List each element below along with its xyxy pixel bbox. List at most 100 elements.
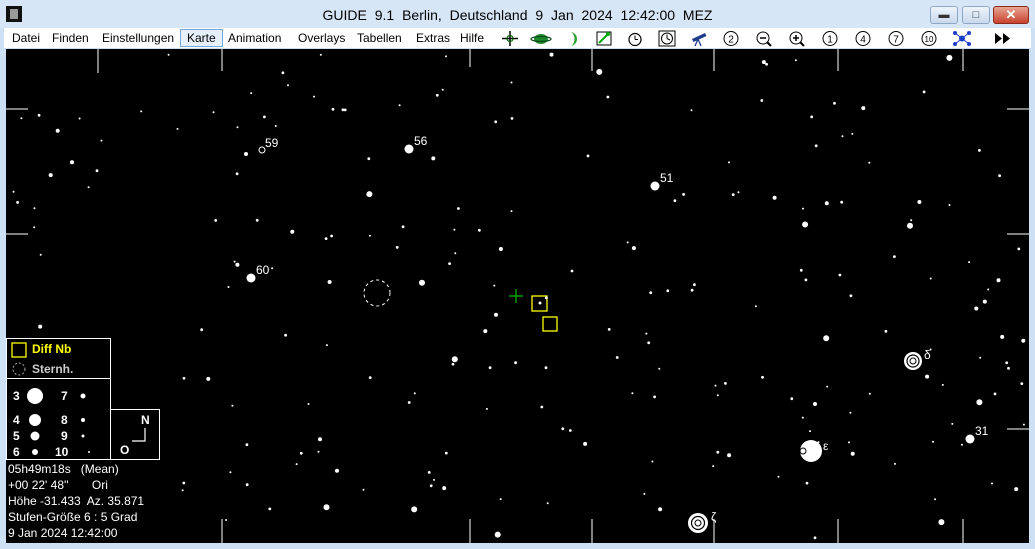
zoom-level-2-icon[interactable]: 2 [720,30,742,47]
star-chart[interactable]: 59 56 51 60 δ 31 ε ζ Diff Nb Sternh. 3 4… [6,49,1029,543]
star[interactable] [95,169,99,173]
star[interactable] [724,382,727,385]
star[interactable] [737,191,740,194]
star[interactable] [212,111,215,114]
star[interactable] [271,267,274,270]
star[interactable] [319,53,322,56]
star[interactable] [833,101,836,105]
star[interactable] [824,201,829,206]
star[interactable] [894,462,896,465]
star[interactable] [78,117,81,120]
telescope-icon[interactable] [688,30,710,47]
star[interactable] [653,395,656,399]
zoom-in-icon[interactable] [786,30,808,47]
star[interactable] [801,416,804,419]
star[interactable] [442,486,447,491]
star[interactable] [444,451,448,455]
star[interactable] [658,507,663,512]
star[interactable] [693,283,696,287]
star[interactable] [55,128,60,133]
star[interactable] [1000,334,1005,339]
star[interactable] [494,120,498,124]
star[interactable] [367,157,371,161]
star[interactable] [868,392,871,395]
star[interactable] [331,107,335,111]
star[interactable] [794,59,797,62]
star[interactable] [182,376,186,380]
star[interactable] [917,200,922,204]
star[interactable] [606,95,610,99]
star[interactable] [583,441,588,446]
star[interactable] [100,139,103,142]
star[interactable] [454,252,457,255]
star[interactable] [307,403,310,405]
clock-icon[interactable] [656,30,678,47]
star[interactable] [244,152,248,156]
star[interactable] [398,104,401,107]
star[interactable] [809,430,811,433]
star[interactable] [429,484,433,488]
star-epsilon[interactable] [800,440,822,462]
star[interactable] [544,296,548,300]
menu-karte[interactable]: Karte [180,29,223,47]
star[interactable] [960,443,963,446]
menu-animation[interactable]: Animation [222,29,287,47]
crosshair-icon[interactable] [499,30,521,47]
star[interactable] [932,440,934,443]
menu-tabellen[interactable]: Tabellen [351,29,408,47]
star[interactable] [848,441,850,444]
star[interactable] [176,127,179,130]
star[interactable] [968,261,971,264]
menu-hilfe[interactable]: Hilfe [454,29,490,47]
star[interactable] [451,356,458,363]
star[interactable] [325,344,328,347]
star[interactable] [448,262,451,265]
star[interactable] [651,460,654,463]
star[interactable] [510,210,513,213]
star[interactable] [478,228,481,232]
star[interactable] [441,88,444,91]
star[interactable] [87,186,90,189]
star[interactable] [250,92,253,95]
alarm-clock-icon[interactable] [624,30,646,47]
star[interactable] [299,451,303,455]
star[interactable] [206,376,211,381]
star[interactable] [813,402,817,406]
star[interactable] [488,366,492,370]
star[interactable] [1014,487,1019,492]
zoom-level-7-icon[interactable]: 7 [885,30,907,47]
star[interactable] [996,278,1001,283]
star[interactable] [407,401,411,404]
star[interactable] [499,498,502,501]
comet-icon[interactable] [593,30,615,47]
star[interactable] [813,536,817,540]
star[interactable] [341,108,345,112]
star[interactable] [802,207,804,210]
star[interactable] [922,90,926,94]
star[interactable] [457,207,460,210]
star[interactable] [716,394,719,397]
star[interactable] [991,482,993,485]
star-31[interactable] [965,434,975,444]
title-bar[interactable]: GUIDE 9.1 Berlin, Deutschland 9 Jan 2024… [0,0,1035,28]
star[interactable] [799,268,803,272]
zoom-level-10-icon[interactable]: 10 [918,30,940,47]
star[interactable] [643,492,646,495]
star[interactable] [39,253,42,256]
star[interactable] [951,422,954,425]
star[interactable] [849,411,852,414]
star[interactable] [268,507,272,511]
star[interactable] [645,332,648,335]
star[interactable] [978,149,981,152]
close-button[interactable]: ✕ [993,6,1029,24]
star[interactable] [401,225,405,229]
star[interactable] [761,60,766,65]
star[interactable] [33,207,36,210]
star[interactable] [946,54,953,61]
star[interactable] [714,384,717,387]
menu-overlays[interactable]: Overlays [292,29,351,47]
star[interactable] [323,504,330,511]
star[interactable] [229,471,232,474]
star[interactable] [330,234,333,238]
star[interactable] [1017,247,1021,251]
